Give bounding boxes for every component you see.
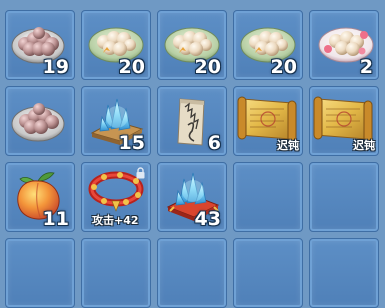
item-count: 20 <box>118 56 145 78</box>
inventory-slot[interactable]: 6 <box>157 86 227 156</box>
item-status-tag: 迟钝 <box>277 139 299 152</box>
inventory-slot-empty[interactable] <box>233 162 303 232</box>
item-count: 6 <box>207 132 221 154</box>
item-count: 15 <box>118 132 145 154</box>
inventory-slot-empty[interactable] <box>309 162 379 232</box>
inventory-slot[interactable]: 20 <box>157 10 227 80</box>
inventory-slot[interactable]: 15 <box>81 86 151 156</box>
inventory-slot[interactable]: 迟钝 <box>233 86 303 156</box>
inventory-slot[interactable]: 迟钝 <box>309 86 379 156</box>
inventory-slot-empty[interactable] <box>5 238 75 308</box>
inventory-slot[interactable]: 11 <box>5 162 75 232</box>
inventory-slot[interactable]: 20 <box>81 10 151 80</box>
item-status-tag: 迟钝 <box>353 139 375 152</box>
inventory-slot[interactable]: 19 <box>5 10 75 80</box>
dumplings-plate-red-icon <box>11 103 65 142</box>
inventory-slot-empty[interactable] <box>81 238 151 308</box>
inventory-slot-empty[interactable] <box>157 238 227 308</box>
inventory-slot-empty[interactable] <box>309 238 379 308</box>
item-count: 43 <box>194 208 221 230</box>
item-count: 20 <box>194 56 221 78</box>
item-count: 2 <box>359 56 373 78</box>
item-count: 20 <box>270 56 297 78</box>
inventory-slot[interactable]: 43 <box>157 162 227 232</box>
item-stat-tag: 攻击+42 <box>92 214 139 227</box>
inventory-slot[interactable] <box>5 86 75 156</box>
inventory-slot[interactable]: 20 <box>233 10 303 80</box>
inventory-grid: 19 20 20 20 2 15 6 迟钝 迟钝 11 攻击+42 43 <box>0 0 385 308</box>
item-count: 19 <box>42 56 69 78</box>
inventory-slot[interactable]: 攻击+42 <box>81 162 151 232</box>
inventory-slot[interactable]: 2 <box>309 10 379 80</box>
lock-icon <box>136 167 145 179</box>
item-count: 11 <box>42 208 69 230</box>
inventory-slot-empty[interactable] <box>233 238 303 308</box>
